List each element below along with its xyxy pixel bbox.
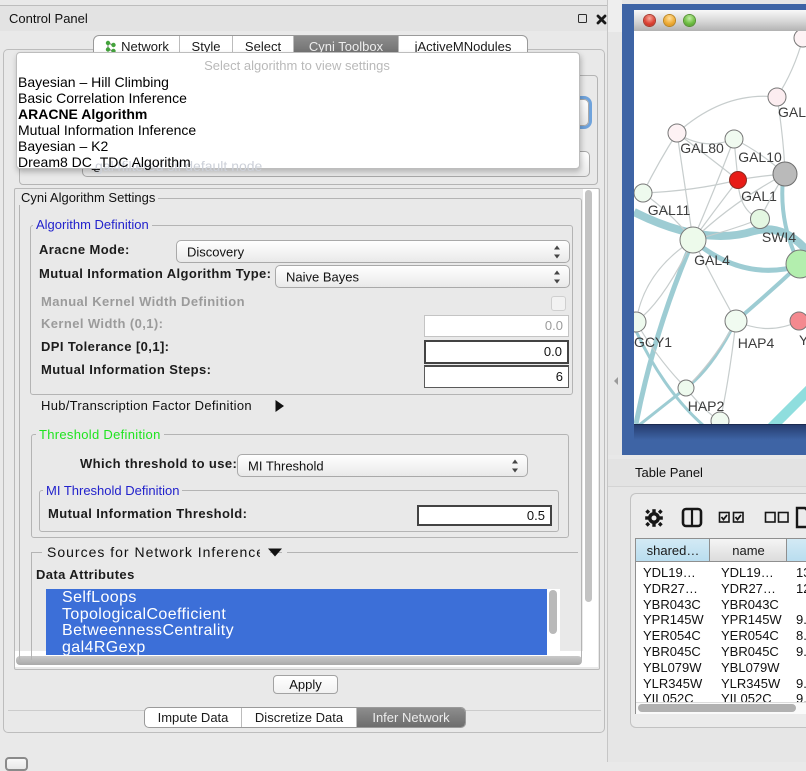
svg-text:HAP2: HAP2 <box>688 398 725 414</box>
svg-text:GAL7: GAL7 <box>778 104 806 120</box>
svg-text:GCY1: GCY1 <box>634 334 672 350</box>
svg-text:GAL11: GAL11 <box>648 202 691 218</box>
svg-text:Y: Y <box>799 332 806 348</box>
svg-text:HAP4: HAP4 <box>738 335 775 351</box>
svg-text:SWI4: SWI4 <box>762 229 796 245</box>
svg-text:GAL10: GAL10 <box>738 149 782 165</box>
svg-text:GAL1: GAL1 <box>741 188 777 204</box>
svg-text:GAL80: GAL80 <box>680 140 724 156</box>
svg-text:GAL4: GAL4 <box>694 252 730 268</box>
